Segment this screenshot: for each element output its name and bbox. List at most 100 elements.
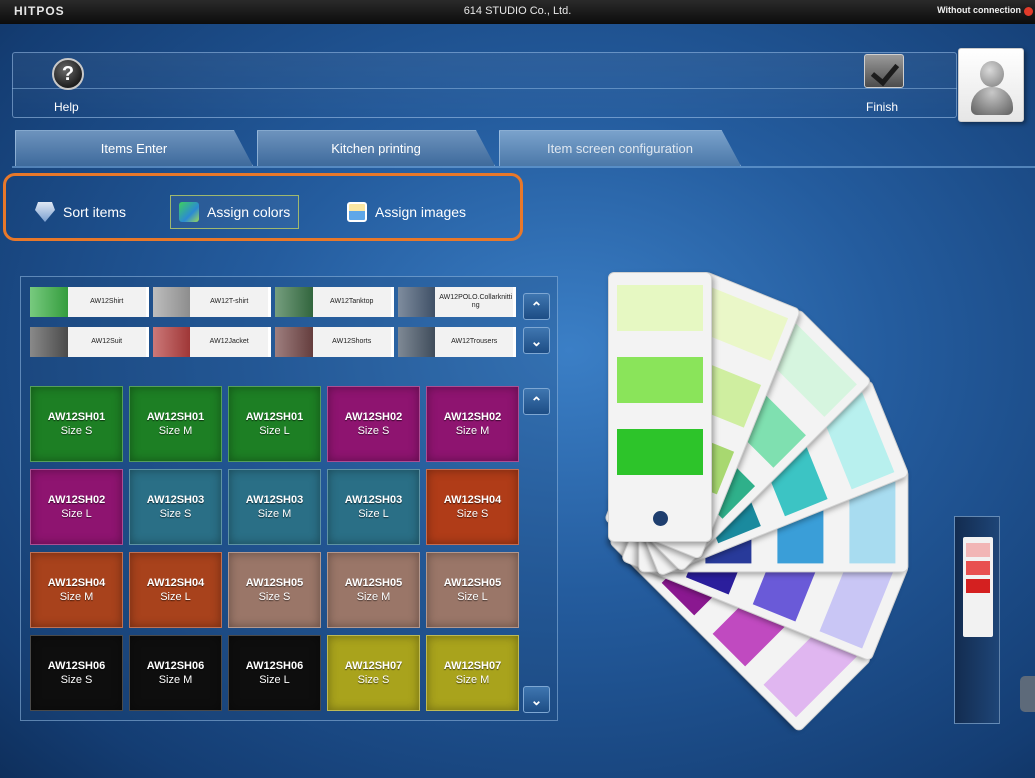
finish-label: Finish (866, 100, 899, 114)
items-grid: AW12SH01 Size S AW12SH01 Size M AW12SH01 Size… (30, 386, 520, 716)
item-size: Size M (356, 591, 391, 603)
finish-button[interactable]: Finish (860, 54, 912, 116)
category-label: AW12Trousers (435, 327, 513, 357)
category-row: AW12Shirt AW12T-shirt AW12Tanktop AW12PO… (30, 287, 516, 317)
category-button[interactable]: AW12Tanktop (275, 287, 394, 317)
item-size: Size S (60, 425, 93, 437)
item-button[interactable]: AW12SH04 Size S (426, 469, 519, 545)
tab-kitchen-printing[interactable]: Kitchen printing (257, 130, 495, 166)
assign-colors-button[interactable]: Assign colors (170, 195, 300, 229)
sort-items-button[interactable]: Sort items (35, 195, 126, 229)
category-button[interactable]: AW12POLO.Collarknitting (397, 287, 516, 317)
palette-icon (179, 202, 199, 222)
checkmark-icon (864, 54, 904, 88)
assign-colors-label: Assign colors (207, 204, 291, 220)
user-avatar[interactable] (958, 48, 1024, 122)
item-button[interactable]: AW12SH06 Size S (30, 635, 123, 711)
categories-scroll-down-button[interactable]: ⌄ (523, 327, 550, 354)
category-label: AW12POLO.Collarknitting (435, 287, 513, 317)
category-label: AW12Tanktop (312, 287, 391, 317)
mini-swatch (966, 561, 990, 575)
category-button[interactable]: AW12T-shirt (152, 287, 271, 317)
item-size: Size S (258, 591, 291, 603)
category-row: AW12Suit AW12Jacket AW12Shorts AW12Trous… (30, 327, 516, 357)
side-panel-handle[interactable] (1020, 676, 1035, 712)
item-size: Size S (60, 674, 93, 686)
title-bar: HITPOS 614 STUDIO Co., Ltd. Without conn… (0, 0, 1035, 24)
item-code: AW12SH03 (245, 494, 304, 506)
item-code: AW12SH06 (146, 660, 205, 672)
tab-item-screen-configuration[interactable]: Item screen configuration (499, 130, 741, 166)
item-size: Size M (455, 425, 490, 437)
item-code: AW12SH07 (344, 660, 403, 672)
selected-color-strip[interactable] (954, 516, 1000, 724)
item-code: AW12SH01 (47, 411, 106, 423)
item-button[interactable]: AW12SH01 Size S (30, 386, 123, 462)
category-button[interactable]: AW12Trousers (397, 327, 516, 357)
avatar-head (980, 61, 1004, 87)
category-button[interactable]: AW12Suit (30, 327, 149, 357)
category-button[interactable]: AW12Shirt (30, 287, 149, 317)
item-button[interactable]: AW12SH05 Size L (426, 552, 519, 628)
color-swatch[interactable] (617, 357, 703, 403)
categories-scroll-up-button[interactable]: ⌃ (523, 293, 550, 320)
category-label: AW12T-shirt (190, 287, 268, 317)
item-button[interactable]: AW12SH01 Size M (129, 386, 222, 462)
item-button[interactable]: AW12SH01 Size L (228, 386, 321, 462)
item-size: Size M (257, 508, 292, 520)
category-label: AW12Shorts (312, 327, 391, 357)
avatar-body (971, 87, 1013, 115)
item-button[interactable]: AW12SH04 Size L (129, 552, 222, 628)
color-swatch[interactable] (617, 285, 703, 331)
category-button[interactable]: AW12Jacket (152, 327, 271, 357)
fan-pivot (653, 511, 668, 526)
item-button[interactable]: AW12SH07 Size M (426, 635, 519, 711)
item-size: Size S (357, 425, 390, 437)
item-button[interactable]: AW12SH05 Size S (228, 552, 321, 628)
color-card[interactable] (608, 272, 712, 542)
item-button[interactable]: AW12SH06 Size L (228, 635, 321, 711)
category-label: AW12Shirt (67, 287, 146, 317)
item-button[interactable]: AW12SH02 Size S (327, 386, 420, 462)
item-size: Size S (456, 508, 489, 520)
help-button[interactable]: ? Help (52, 58, 92, 118)
color-swatch[interactable] (617, 429, 703, 475)
item-button[interactable]: AW12SH03 Size L (327, 469, 420, 545)
connection-status: Without connection (937, 5, 1021, 15)
items-scroll-down-button[interactable]: ⌄ (523, 686, 550, 713)
window-title: 614 STUDIO Co., Ltd. (463, 5, 572, 17)
main-toolbar (12, 52, 957, 118)
item-button[interactable]: AW12SH02 Size M (426, 386, 519, 462)
item-size: Size M (455, 674, 490, 686)
tab-items-enter[interactable]: Items Enter (15, 130, 253, 166)
item-code: AW12SH01 (146, 411, 205, 423)
item-code: AW12SH04 (47, 577, 106, 589)
item-code: AW12SH06 (245, 660, 304, 672)
item-button[interactable]: AW12SH03 Size M (228, 469, 321, 545)
item-code: AW12SH04 (146, 577, 205, 589)
item-code: AW12SH01 (245, 411, 304, 423)
item-button[interactable]: AW12SH07 Size S (327, 635, 420, 711)
item-size: Size L (259, 425, 290, 437)
item-code: AW12SH02 (344, 411, 403, 423)
mini-swatch (966, 543, 990, 557)
item-size: Size L (358, 508, 389, 520)
item-size: Size S (357, 674, 390, 686)
item-code: AW12SH03 (146, 494, 205, 506)
color-palette-fan (600, 260, 960, 733)
item-button[interactable]: AW12SH05 Size M (327, 552, 420, 628)
item-code: AW12SH04 (443, 494, 502, 506)
item-button[interactable]: AW12SH03 Size S (129, 469, 222, 545)
category-button[interactable]: AW12Shorts (275, 327, 394, 357)
assign-images-button[interactable]: Assign images (347, 195, 466, 229)
item-code: AW12SH02 (443, 411, 502, 423)
help-label: Help (54, 100, 79, 114)
image-icon (347, 202, 367, 222)
item-button[interactable]: AW12SH06 Size M (129, 635, 222, 711)
item-button[interactable]: AW12SH04 Size M (30, 552, 123, 628)
item-button[interactable]: AW12SH02 Size L (30, 469, 123, 545)
items-scroll-up-button[interactable]: ⌃ (523, 388, 550, 415)
assign-images-label: Assign images (375, 204, 467, 220)
item-size: Size L (457, 591, 488, 603)
connection-status-icon (1024, 7, 1033, 16)
